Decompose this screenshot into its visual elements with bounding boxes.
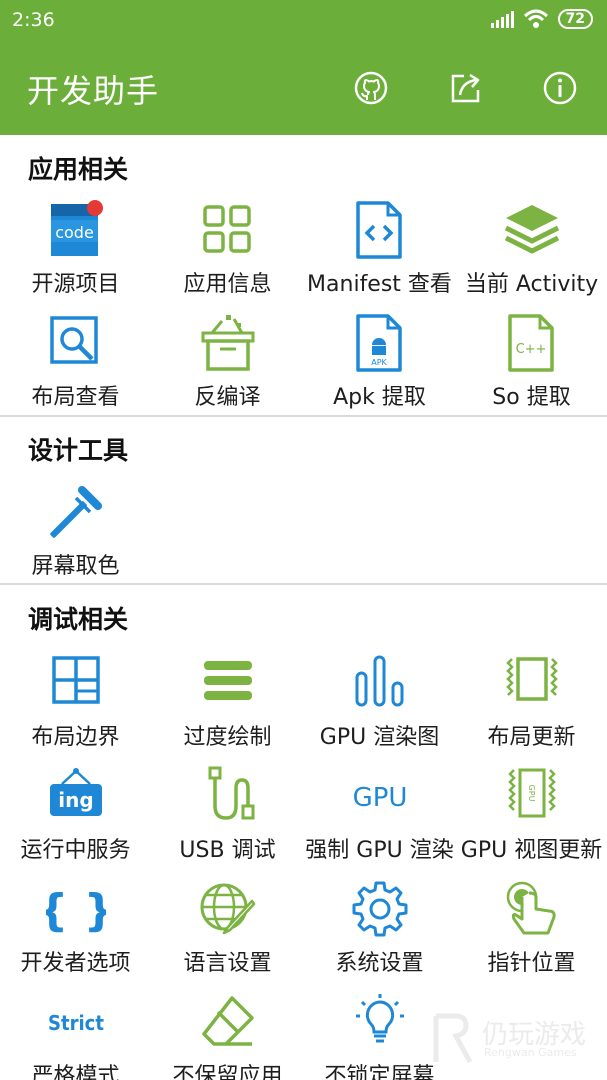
tool-label: 屏幕取色: [31, 554, 120, 579]
tool-language-settings[interactable]: 语言设置: [152, 879, 303, 991]
gpu-text-icon: GPU: [352, 783, 407, 813]
tool-label: 应用信息: [183, 272, 272, 297]
watermark-subtext: Rengwan Games: [484, 1046, 577, 1059]
tool-label: 布局更新: [487, 725, 576, 750]
app-title: 开发助手: [27, 72, 160, 110]
code-icon: code: [50, 200, 103, 256]
watermark-logo: [433, 1013, 473, 1064]
tool-label: So 提取: [492, 385, 571, 410]
globe-pen-icon: [200, 883, 255, 935]
tool-label: 过度绘制: [183, 725, 272, 750]
tool-label: 布局边界: [31, 725, 120, 750]
svg-text:GPU: GPU: [352, 783, 407, 813]
tool-label: 当前 Activity: [464, 272, 599, 297]
svg-text:C++: C++: [515, 342, 546, 357]
status-time: 2:36: [12, 9, 55, 31]
tool-usb-debug[interactable]: USB 调试: [152, 766, 303, 878]
gpu-update-icon: GPU: [507, 768, 556, 818]
app-grid-icon: [202, 205, 251, 253]
overdraw-icon: [203, 661, 252, 700]
section-design: 设计工具 屏幕取色: [0, 417, 607, 583]
tool-layout-update[interactable]: 布局更新: [456, 653, 607, 765]
layout-update-icon: [505, 657, 558, 701]
wifi-icon: [523, 9, 548, 28]
tool-current-activity[interactable]: 当前 Activity: [456, 200, 607, 312]
section-title-app: 应用相关: [28, 155, 129, 184]
braces-icon: { }: [46, 885, 106, 936]
watermark: 仍玩游戏 Rengwan Games: [430, 1012, 600, 1072]
notification-dot: [86, 200, 103, 216]
tool-strict-mode[interactable]: Strict 严格模式: [0, 992, 151, 1080]
eraser-icon: [201, 996, 254, 1046]
tool-pointer-location[interactable]: 指针位置: [456, 879, 607, 991]
signal-icon: [490, 11, 514, 28]
svg-text:ing: ing: [58, 788, 93, 812]
system-icons: 72: [490, 9, 593, 29]
tool-decompile[interactable]: 反编译: [152, 313, 303, 425]
section-title-design: 设计工具: [28, 436, 129, 465]
box-icon: [201, 315, 254, 371]
gear-icon: [352, 881, 407, 937]
eyedropper-icon: [49, 486, 102, 538]
tool-apk-extract[interactable]: APK Apk 提取: [304, 313, 455, 425]
tool-label: Manifest 查看: [307, 272, 452, 297]
tool-open-source[interactable]: code 开源项目: [0, 200, 151, 312]
status-bar: 2:36 72: [0, 0, 607, 40]
tool-manifest[interactable]: Manifest 查看: [304, 200, 455, 312]
cpp-file-icon: C++: [507, 314, 554, 372]
info-icon[interactable]: [542, 70, 578, 106]
tool-gpu-view-update[interactable]: GPU GPU 视图更新: [456, 766, 607, 878]
tool-label: USB 调试: [179, 838, 276, 863]
strict-text-icon: Strict: [48, 1011, 104, 1035]
service-sign-icon: ing: [49, 768, 102, 816]
tool-label: 系统设置: [335, 951, 424, 976]
tool-label: 强制 GPU 渲染: [305, 838, 454, 863]
pointer-touch-icon: [506, 881, 556, 935]
tool-label: 开源项目: [31, 272, 120, 297]
tool-layout-inspect[interactable]: 布局查看: [0, 313, 151, 425]
svg-text:code: code: [55, 223, 94, 242]
tool-label: 布局查看: [31, 385, 120, 410]
tool-layout-bounds[interactable]: 布局边界: [0, 653, 151, 765]
magnify-icon: [49, 316, 98, 364]
section-title-debug: 调试相关: [28, 605, 129, 634]
section-debug: 调试相关 布局边界 过度绘制 GPU 渲染图 布局更新 ing 运行中服务 US…: [0, 585, 607, 1080]
bar-chart-icon: [355, 655, 403, 707]
tool-label: Apk 提取: [333, 385, 426, 410]
tool-overdraw[interactable]: 过度绘制: [152, 653, 303, 765]
svg-text:APK: APK: [371, 358, 387, 367]
battery-indicator: 72: [557, 9, 593, 29]
xml-file-icon: [355, 201, 402, 259]
svg-text:Strict: Strict: [48, 1011, 104, 1035]
tool-label: GPU 视图更新: [460, 838, 603, 863]
tool-label: 运行中服务: [20, 838, 131, 863]
tool-gpu-render-chart[interactable]: GPU 渲染图: [304, 653, 455, 765]
app-bar: 开发助手: [0, 40, 607, 135]
tool-label: 语言设置: [183, 951, 272, 976]
tool-so-extract[interactable]: C++ So 提取: [456, 313, 607, 425]
tool-label: 不保留应用: [172, 1064, 283, 1080]
share-icon[interactable]: [448, 70, 484, 106]
tool-label: 指针位置: [487, 951, 576, 976]
section-app: 应用相关 code 开源项目 应用信息 Manifest 查看 当前 Activ…: [0, 135, 607, 415]
svg-text:GPU: GPU: [527, 785, 536, 802]
tool-dont-keep-activities[interactable]: 不保留应用: [152, 992, 303, 1080]
tool-label: GPU 渲染图: [319, 725, 440, 750]
tool-label: 严格模式: [31, 1064, 120, 1080]
svg-text:{ }: { }: [46, 885, 106, 936]
lightbulb-icon: [355, 994, 404, 1043]
tool-developer-options[interactable]: { } 开发者选项: [0, 879, 151, 991]
tool-force-gpu[interactable]: GPU 强制 GPU 渲染: [304, 766, 455, 878]
layers-icon: [504, 205, 559, 254]
usb-icon: [208, 766, 254, 820]
tool-label: 开发者选项: [20, 951, 131, 976]
tool-label: 反编译: [194, 385, 261, 410]
apk-file-icon: APK: [355, 314, 402, 372]
layout-bounds-icon: [51, 656, 100, 704]
tool-color-picker[interactable]: 屏幕取色: [0, 482, 151, 594]
tool-system-settings[interactable]: 系统设置: [304, 879, 455, 991]
tool-app-info[interactable]: 应用信息: [152, 200, 303, 312]
tool-running-services[interactable]: ing 运行中服务: [0, 766, 151, 878]
github-icon[interactable]: [353, 70, 389, 106]
